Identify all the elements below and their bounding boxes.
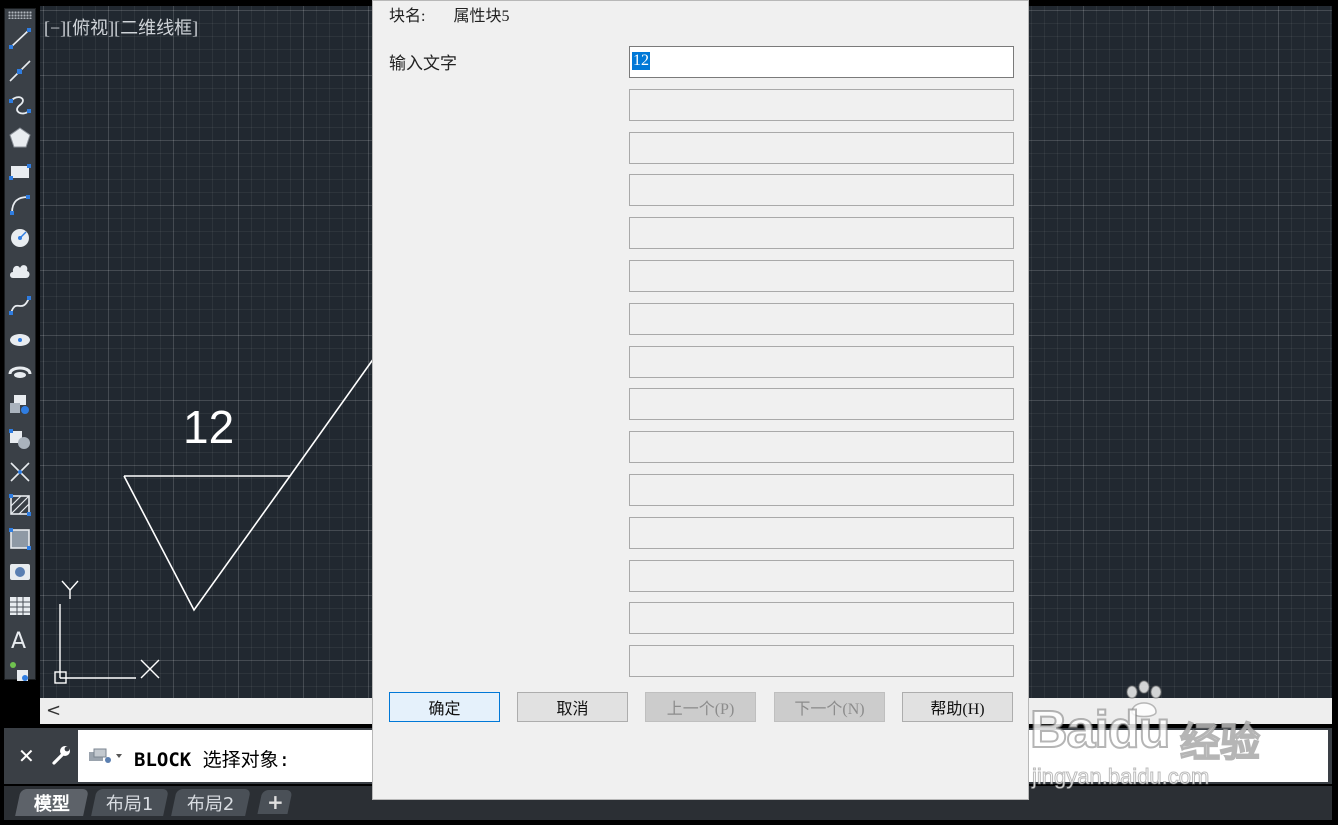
revision-cloud-tool-icon[interactable]	[7, 257, 33, 287]
polygon-tool-icon[interactable]	[7, 123, 33, 153]
make-block-tool-icon[interactable]	[7, 424, 33, 454]
attribute-input-empty[interactable]	[629, 131, 1014, 164]
block-name-value: 属性块5	[453, 8, 510, 25]
gradient-tool-icon[interactable]	[7, 524, 33, 554]
ellipse-tool-icon[interactable]	[7, 324, 33, 354]
scroll-left-arrow-icon[interactable]: <	[46, 700, 61, 721]
attribute-input-empty[interactable]	[629, 217, 1014, 250]
attribute-input-empty[interactable]	[629, 559, 1014, 592]
attribute-input-value: 12	[632, 52, 650, 70]
table-tool-icon[interactable]	[7, 591, 33, 621]
close-command-line-icon[interactable]: ✕	[18, 744, 35, 768]
region-tool-icon[interactable]	[7, 557, 33, 587]
autocad-window: [−][俯视][二维线框] 12 A < ✕ BLOCK 选择对象: 模型 布局…	[0, 0, 1338, 825]
construction-line-tool-icon[interactable]	[7, 56, 33, 86]
ok-button[interactable]: 确定	[389, 692, 500, 722]
cancel-button[interactable]: 取消	[517, 692, 628, 722]
command-name: BLOCK	[134, 749, 192, 771]
toolbar-grip-handle[interactable]	[8, 11, 32, 19]
attribute-input-empty[interactable]	[629, 474, 1014, 506]
ucs-icon	[54, 580, 160, 684]
tab-layout1-label: 布局1	[106, 793, 154, 815]
attribute-input-empty[interactable]	[629, 345, 1014, 378]
point-tool-icon[interactable]	[7, 457, 33, 487]
next-button[interactable]: 下一个(N)	[774, 692, 885, 722]
help-button[interactable]: 帮助(H)	[902, 692, 1013, 722]
tab-layout2-label: 布局2	[187, 793, 235, 815]
ellipse-arc-tool-icon[interactable]	[7, 357, 33, 387]
circle-tool-icon[interactable]	[7, 223, 33, 253]
triangle-shape	[123, 475, 292, 612]
block-name-label: 块名:	[389, 8, 426, 25]
draw-toolbar: A	[4, 8, 36, 682]
previous-button[interactable]: 上一个(P)	[645, 692, 756, 722]
attribute-input-empty[interactable]	[629, 645, 1014, 678]
plus-icon: +	[266, 790, 284, 814]
rectangle-tool-icon[interactable]	[7, 157, 33, 187]
attribute-input-empty[interactable]	[629, 431, 1014, 464]
attribute-input-empty[interactable]	[629, 88, 1014, 121]
add-selected-tool-icon[interactable]	[7, 657, 33, 687]
tab-layout2[interactable]: 布局2	[171, 789, 251, 816]
tab-model-label: 模型	[34, 793, 70, 815]
tab-layout1[interactable]: 布局1	[91, 789, 169, 816]
arc-tool-icon[interactable]	[7, 190, 33, 220]
attribute-input-empty[interactable]	[629, 388, 1014, 421]
tab-model[interactable]: 模型	[15, 789, 89, 816]
command-line-text: BLOCK 选择对象:	[134, 745, 290, 772]
command-prompt-text: 选择对象:	[191, 749, 291, 771]
attribute-text-12: 12	[183, 401, 235, 453]
hatch-tool-icon[interactable]	[7, 490, 33, 520]
add-layout-button[interactable]: +	[257, 790, 293, 814]
insert-block-tool-icon[interactable]	[7, 390, 33, 420]
edit-attributes-dialog: 块名: 属性块5 输入文字 12 确定 取消 上一个(P) 下一个(N) 帮助(H…	[372, 0, 1029, 800]
attribute-input-empty[interactable]	[629, 260, 1014, 292]
multiline-text-tool-icon[interactable]: A	[7, 624, 33, 654]
command-prompt-icon[interactable]	[88, 748, 128, 768]
attribute-input-empty[interactable]	[629, 516, 1014, 549]
attribute-input-active[interactable]: 12	[629, 46, 1014, 78]
line-tool-icon[interactable]	[7, 23, 33, 53]
attribute-prompt-label: 输入文字	[389, 54, 457, 73]
attribute-input-empty[interactable]	[629, 602, 1014, 635]
polyline-tool-icon[interactable]	[7, 90, 33, 120]
svg-text:A: A	[11, 629, 26, 651]
attribute-input-empty[interactable]	[629, 174, 1014, 207]
wrench-icon[interactable]	[50, 744, 72, 770]
leader-line	[289, 357, 375, 477]
block-name-row: 块名: 属性块5	[389, 2, 509, 26]
attribute-input-empty[interactable]	[629, 302, 1014, 335]
spline-tool-icon[interactable]	[7, 290, 33, 320]
